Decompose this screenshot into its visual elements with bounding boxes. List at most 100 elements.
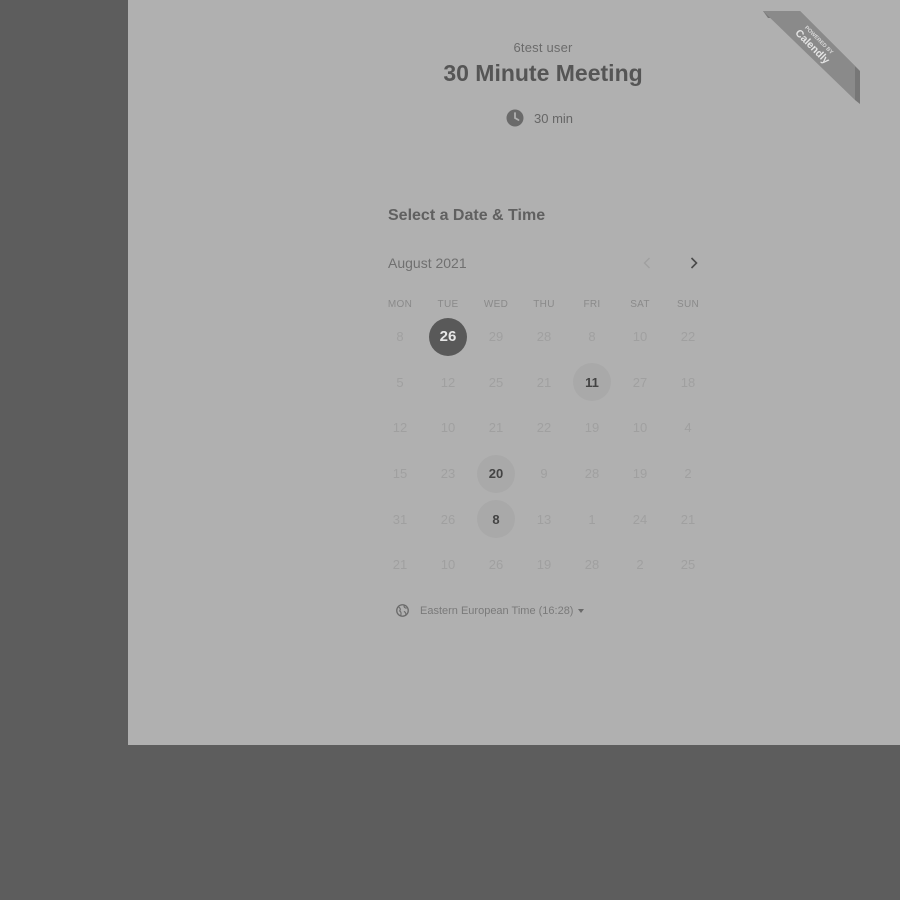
- weekday-label: MON: [387, 299, 413, 310]
- calendar-day: 10: [616, 314, 664, 360]
- calendar-day: 26: [424, 496, 472, 542]
- day-number: 25: [488, 374, 504, 390]
- day-number: 12: [440, 374, 456, 390]
- calendar-day: 10: [424, 405, 472, 451]
- caret-down-icon: [578, 608, 585, 613]
- weekday-label: WED: [483, 299, 509, 310]
- calendar-day: 21: [520, 360, 568, 406]
- calendar-day: 1: [568, 496, 616, 542]
- calendar-day: 19: [616, 451, 664, 497]
- calendar-day: 27: [616, 360, 664, 406]
- calendar-day: 29: [472, 314, 520, 360]
- day-number: 18: [680, 374, 696, 390]
- calendar-day: 15: [376, 451, 424, 497]
- weekday-label: SUN: [676, 299, 699, 310]
- previous-month-button[interactable]: [637, 253, 657, 273]
- calendar-day: 21: [664, 496, 712, 542]
- day-number: 2: [684, 466, 692, 482]
- calendar-day: 21: [472, 405, 520, 451]
- calendar-day: 5: [376, 360, 424, 406]
- day-number: 2: [636, 557, 644, 573]
- available-day[interactable]: 20: [472, 451, 520, 497]
- day-number: 21: [488, 420, 504, 436]
- calendar-day: 22: [520, 405, 568, 451]
- calendar-day: 26: [472, 542, 520, 588]
- powered-by-badge[interactable]: POWERED BY Calendly: [763, 0, 860, 104]
- day-number: 29: [488, 329, 504, 345]
- day-number: 22: [680, 329, 696, 345]
- day-number: 4: [684, 420, 692, 436]
- weekday-label: FRI: [583, 299, 601, 310]
- timezone-label: Eastern European Time (16:28): [420, 604, 574, 617]
- day-number: 8: [477, 500, 515, 539]
- day-number: 21: [680, 511, 696, 527]
- calendar-day: 28: [568, 542, 616, 588]
- calendar-day: 28: [520, 314, 568, 360]
- section-heading: Select a Date & Time: [388, 207, 546, 224]
- calendar-day: 4: [664, 405, 712, 451]
- day-number: 26: [440, 511, 456, 527]
- day-number: 9: [540, 466, 548, 482]
- event-duration: 30 min: [506, 109, 573, 127]
- calendar-day: 25: [472, 360, 520, 406]
- day-number: 21: [536, 374, 552, 390]
- day-number: 22: [536, 420, 552, 436]
- day-number: 19: [536, 557, 552, 573]
- calendar-day: 10: [424, 542, 472, 588]
- day-number: 28: [584, 466, 600, 482]
- day-number: 26: [488, 557, 504, 573]
- day-number: 19: [632, 466, 648, 482]
- calendar-day: 24: [616, 496, 664, 542]
- weekday-label: SAT: [630, 299, 650, 310]
- day-number: 26: [429, 317, 467, 356]
- calendar-day: 10: [616, 405, 664, 451]
- day-number: 11: [573, 363, 611, 402]
- chevron-right-icon: [690, 257, 698, 269]
- calendar-day: 2: [664, 451, 712, 497]
- day-number: 15: [392, 466, 408, 482]
- day-number: 10: [632, 329, 648, 345]
- calendar-day: 22: [664, 314, 712, 360]
- day-number: 28: [536, 329, 552, 345]
- calendar-day: 8: [376, 314, 424, 360]
- day-number: 23: [440, 466, 456, 482]
- calendar-day: 28: [568, 451, 616, 497]
- clock-icon: [506, 109, 524, 127]
- day-number: 27: [632, 374, 648, 390]
- calendar-day: 21: [376, 542, 424, 588]
- day-number: 12: [392, 420, 408, 436]
- day-number: 19: [584, 420, 600, 436]
- calendar-day: 25: [664, 542, 712, 588]
- calendar-day: 18: [664, 360, 712, 406]
- timezone-selector[interactable]: Eastern European Time (16:28): [396, 604, 585, 617]
- calendar-day: 13: [520, 496, 568, 542]
- next-month-button[interactable]: [684, 253, 704, 273]
- day-number: 10: [440, 420, 456, 436]
- day-number: 20: [477, 454, 515, 493]
- day-number: 10: [440, 557, 456, 573]
- chevron-left-icon: [643, 257, 650, 269]
- day-number: 31: [392, 511, 408, 527]
- booking-panel: 6test user 30 Minute Meeting 30 min POWE…: [128, 0, 900, 745]
- day-number: 13: [536, 511, 552, 527]
- day-number: 10: [632, 420, 648, 436]
- calendar-grid: 8 26 29 28 8 10 22 5 12 25 21 11 27 18 12 10 21 22 19 10 4 15…: [376, 314, 712, 588]
- calendar-day: 19: [520, 542, 568, 588]
- month-label: August 2021: [388, 255, 467, 271]
- weekday-header: MON TUE WED THU FRI SAT SUN: [376, 299, 712, 310]
- available-day[interactable]: 8: [472, 496, 520, 542]
- day-number: 21: [392, 557, 408, 573]
- weekday-label: THU: [533, 299, 555, 310]
- day-number: 8: [396, 329, 404, 345]
- calendar-day: 23: [424, 451, 472, 497]
- weekday-label: TUE: [437, 299, 459, 310]
- day-number: 25: [680, 557, 696, 573]
- available-day[interactable]: 11: [568, 360, 616, 406]
- calendar-day: 12: [376, 405, 424, 451]
- calendar-day: 2: [616, 542, 664, 588]
- duration-label: 30 min: [534, 110, 574, 126]
- calendar-day: 8: [568, 314, 616, 360]
- selected-day[interactable]: 26: [424, 314, 472, 360]
- globe-icon: [396, 604, 409, 617]
- calendar-day: 19: [568, 405, 616, 451]
